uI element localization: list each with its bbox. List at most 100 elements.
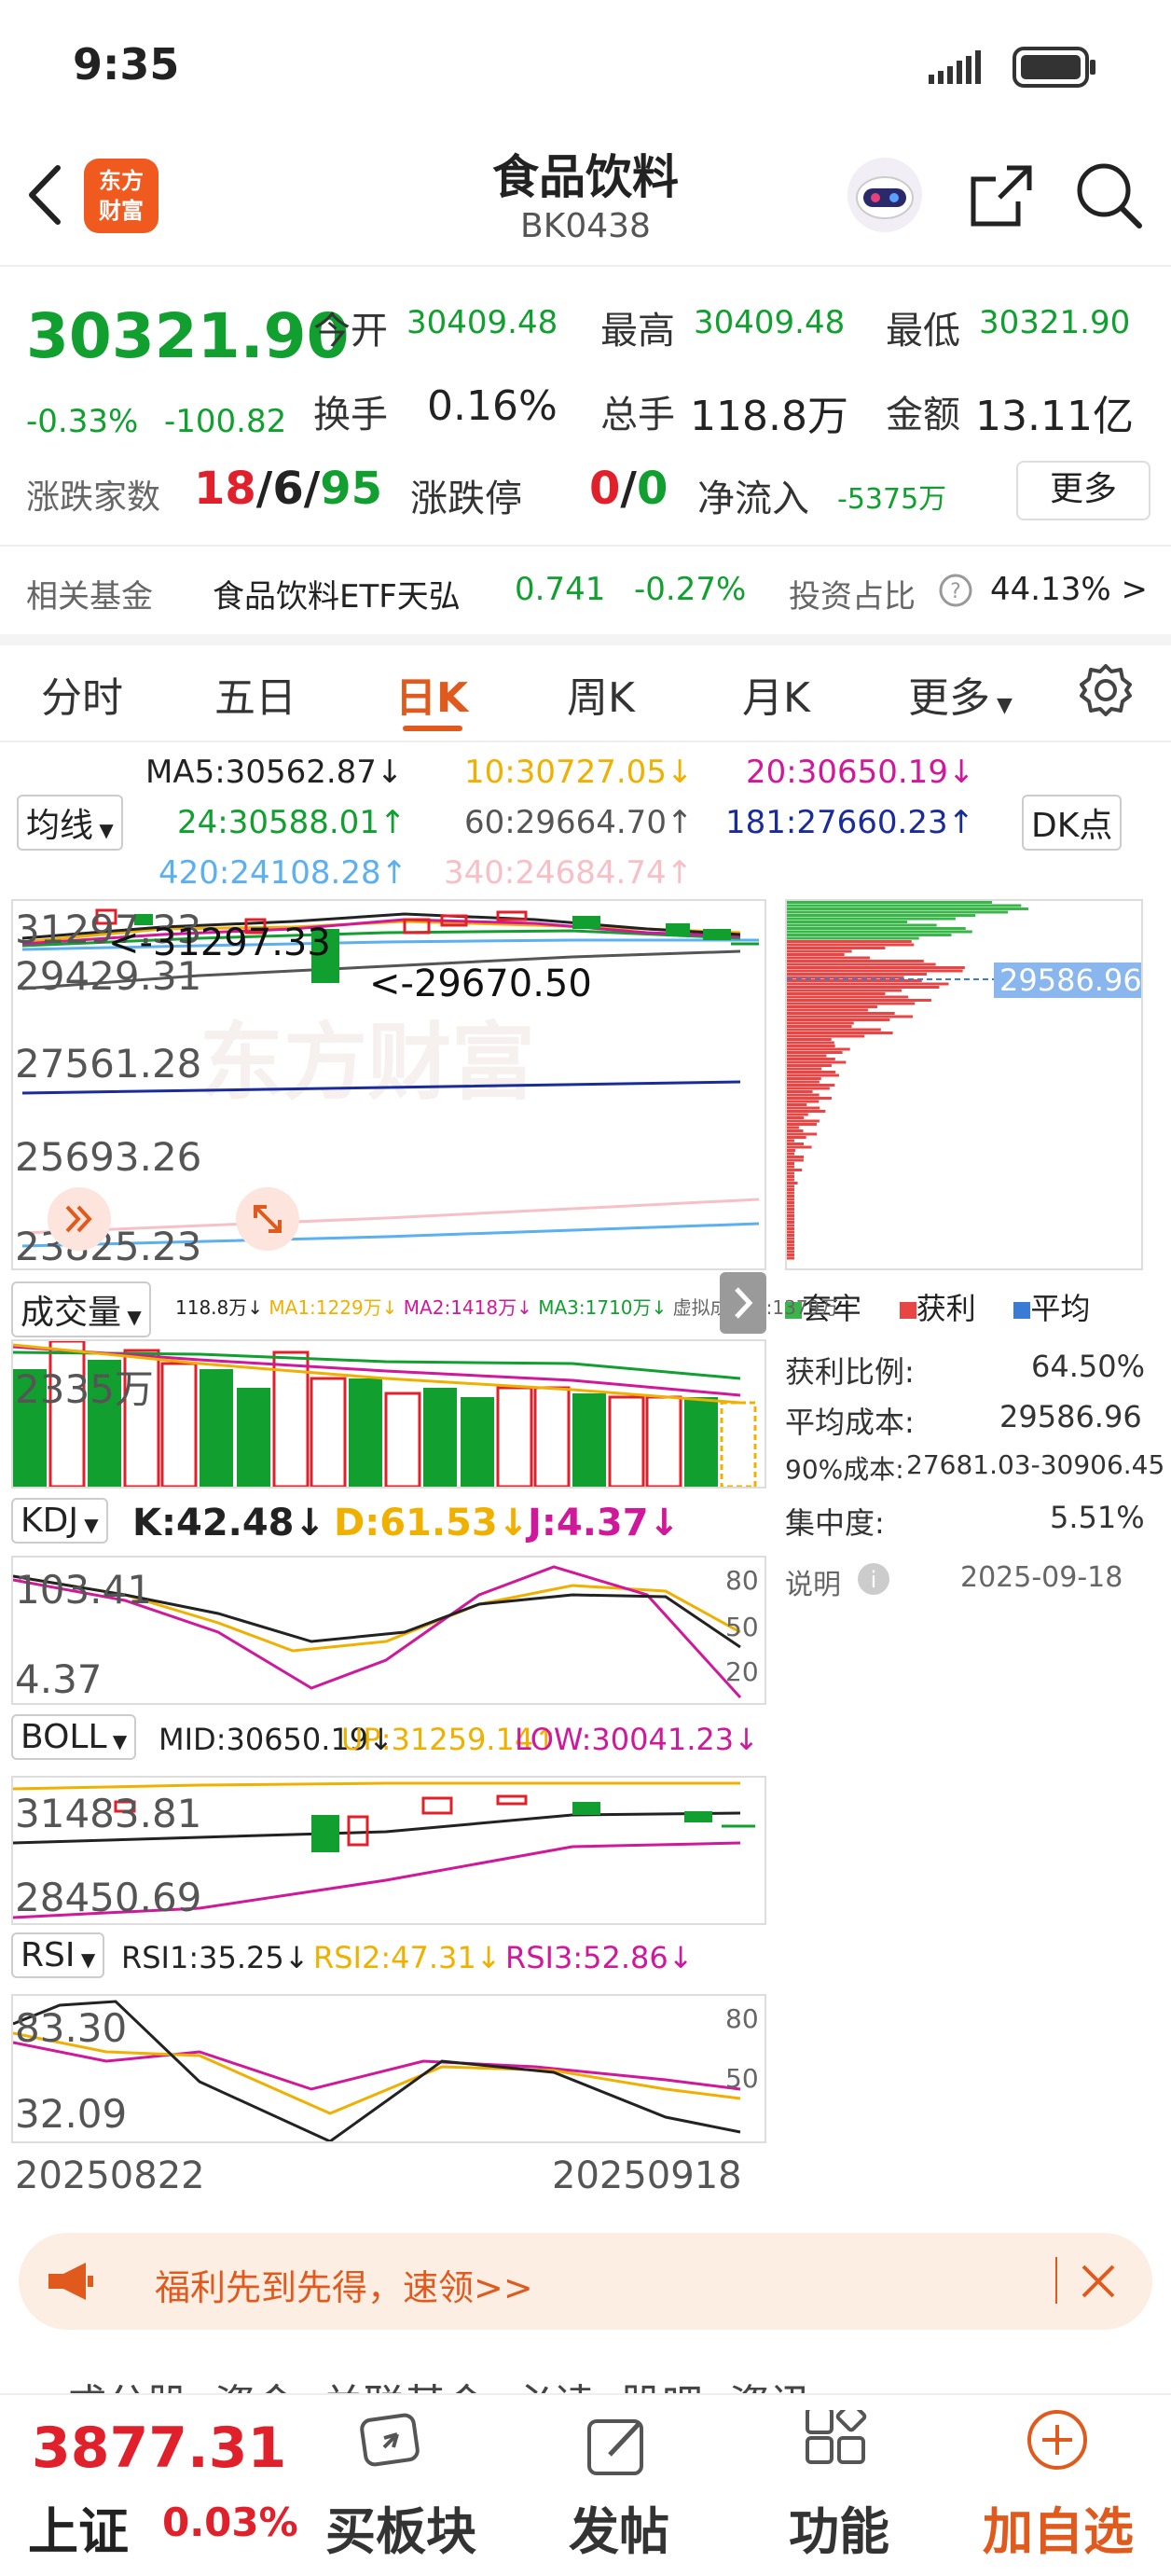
high-label: 最高 <box>600 310 675 353</box>
invest-ratio-value[interactable]: 44.13% > <box>990 571 1148 608</box>
index-name[interactable]: 上证 <box>28 2490 129 2564</box>
kdj-chart[interactable]: 103.41 4.37 80 50 20 <box>11 1556 766 1705</box>
collapse-arrow-icon[interactable] <box>720 1272 766 1337</box>
tab-monthly-k[interactable]: 月K <box>742 664 810 724</box>
rsi-selector[interactable]: RSI ▼ <box>11 1932 105 1978</box>
high-marker: <-31297.33 <box>108 921 331 964</box>
volume-label: 总手 <box>600 394 675 436</box>
note-label[interactable]: 说明 <box>785 1561 841 1602</box>
kdj-level-20: 20 <box>725 1656 759 1687</box>
amount-value: 13.11亿 <box>975 393 1134 440</box>
nav-functions[interactable]: 功能 <box>755 2490 923 2564</box>
fund-name[interactable]: 食品饮料ETF天弘 <box>213 571 461 616</box>
fast-forward-icon[interactable] <box>47 1186 112 1255</box>
turnover-label: 换手 <box>313 394 388 436</box>
section-gap <box>0 634 1171 645</box>
boll-selector[interactable]: BOLL ▼ <box>11 1714 137 1760</box>
tab-daily-k[interactable]: 日K <box>395 664 468 724</box>
quote-divider <box>0 545 1171 547</box>
search-icon[interactable] <box>1074 160 1145 235</box>
add-watchlist-icon[interactable] <box>1020 2406 1095 2479</box>
share-icon[interactable] <box>966 160 1037 235</box>
kline-y-label-3: 27561.28 <box>15 1041 202 1087</box>
rsi-level-50: 50 <box>725 2063 759 2094</box>
post-edit-icon[interactable] <box>582 2410 656 2483</box>
netflow-label: 净流入 <box>697 478 809 520</box>
battery-icon <box>1013 47 1096 91</box>
boll-chart[interactable]: 31483.81 28450.69 <box>11 1776 766 1925</box>
ma60-legend: 60:29664.70↑ <box>464 804 694 841</box>
tab-more[interactable]: 更多 ▼ <box>908 664 1013 724</box>
ma181-legend: 181:27660.23↑ <box>725 804 975 841</box>
functions-grid-icon[interactable] <box>802 2401 876 2483</box>
index-value[interactable]: 3877.31 <box>32 2416 286 2481</box>
help-icon[interactable]: ? <box>938 573 973 612</box>
volume-chart[interactable]: 2335万 <box>11 1339 766 1489</box>
tab-five-day[interactable]: 五日 <box>214 664 296 724</box>
ma-selector[interactable]: 均线 ▼ <box>17 795 123 851</box>
open-label: 今开 <box>313 310 388 353</box>
fund-price: 0.741 <box>515 571 606 608</box>
more-button[interactable]: 更多 <box>1016 461 1150 520</box>
amount-label: 金额 <box>886 394 960 436</box>
volume-selector[interactable]: 成交量 ▼ <box>11 1281 151 1337</box>
open-value: 30409.48 <box>406 304 558 341</box>
date-start: 20250822 <box>15 2154 205 2197</box>
status-time: 9:35 <box>73 39 180 90</box>
rsi-y-label-1: 83.30 <box>15 2005 128 2051</box>
kdj-selector[interactable]: KDJ ▼ <box>11 1498 108 1544</box>
volume-y-label: 2335万 <box>15 1366 154 1412</box>
kdj-y-label-1: 103.41 <box>15 1567 152 1613</box>
header-divider <box>0 265 1171 267</box>
limit-label: 涨跌停 <box>410 478 522 520</box>
updown-counts: 18/6/95 <box>194 463 383 515</box>
dk-point-button[interactable]: DK点 <box>1022 795 1123 851</box>
rsi-chart[interactable]: 83.30 32.09 80 50 <box>11 1994 766 2143</box>
date-end: 20250918 <box>552 2154 742 2197</box>
buy-board-icon[interactable] <box>356 2410 431 2483</box>
bottom-bar: 3877.31 上证 0.03% 买板块 发帖 功能 加自选 <box>0 2393 1171 2576</box>
nav-buy-board[interactable]: 买板块 <box>317 2490 485 2564</box>
netflow-value: -5375万 <box>837 483 947 516</box>
ma24-legend: 24:30588.01↑ <box>177 804 406 841</box>
fund-change: -0.27% <box>634 571 747 608</box>
current-price: 30321.90 <box>26 300 350 372</box>
tab-weekly-k[interactable]: 周K <box>567 664 635 724</box>
chip-date: 2025-09-18 <box>960 1561 1123 1594</box>
assistant-robot-icon[interactable] <box>845 155 925 239</box>
active-tab-indicator <box>403 726 462 731</box>
nav-add-watchlist[interactable]: 加自选 <box>970 2490 1147 2564</box>
boll-y-label-1: 31483.81 <box>15 1791 202 1836</box>
high-value: 30409.48 <box>694 304 846 341</box>
boll-y-label-2: 28450.69 <box>15 1875 202 1920</box>
banner-text: 福利先到先得，速领>> <box>155 2267 533 2308</box>
chip-distribution-chart[interactable]: 29586.96 <box>785 899 1143 1270</box>
concentration-value: 5.51% <box>1050 1500 1145 1535</box>
low-label: 最低 <box>886 310 960 353</box>
ma420-legend: 420:24108.28↑ <box>158 854 408 892</box>
turnover-value: 0.16% <box>427 382 558 430</box>
kline-y-label-4: 25693.26 <box>15 1134 202 1180</box>
expand-icon[interactable] <box>235 1186 300 1255</box>
ma20-legend: 20:30650.19↓ <box>746 754 975 791</box>
info-icon[interactable]: i <box>856 1561 891 1600</box>
kdj-k: K:42.48↓ <box>132 1502 326 1544</box>
nav-post[interactable]: 发帖 <box>535 2490 703 2564</box>
megaphone-icon <box>45 2259 97 2307</box>
limit-counts: 0/0 <box>589 463 668 515</box>
promo-banner[interactable]: 福利先到先得，速领>> <box>19 2233 1152 2330</box>
avg-cost-value: 29586.96 <box>999 1399 1142 1434</box>
tab-intraday[interactable]: 分时 <box>41 664 123 724</box>
settings-gear-icon[interactable] <box>1078 662 1134 722</box>
invest-ratio-label: 投资占比 <box>789 578 916 616</box>
avg-cost-label: 平均成本: <box>785 1405 915 1440</box>
index-change[interactable]: 0.03% <box>162 2500 298 2545</box>
svg-text:i: i <box>871 1567 877 1593</box>
banner-divider <box>1055 2257 1057 2304</box>
close-icon[interactable] <box>1078 2261 1119 2306</box>
rsi-y-label-2: 32.09 <box>15 2091 128 2137</box>
kline-chart[interactable]: 东方财富 31297.33 29429.31 27561.28 25693.26… <box>11 899 766 1270</box>
kdj-level-50: 50 <box>725 1612 759 1642</box>
ma10-legend: 10:30727.05↓ <box>464 754 694 791</box>
kdj-j: J:4.37↓ <box>528 1502 681 1544</box>
